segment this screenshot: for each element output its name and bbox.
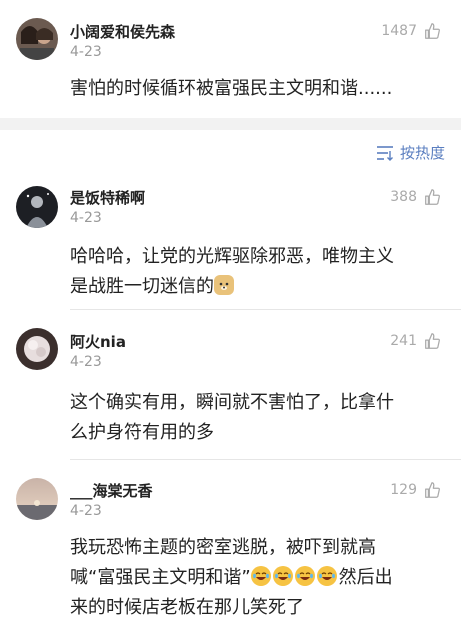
top-comment: 小阔爱和侯先森 4-23 1487 害怕的时候循环被富强民主文明和谐......: [0, 0, 461, 118]
section-gap: [0, 118, 461, 130]
laughing-crying-emoji-icon: [294, 566, 315, 586]
avatar[interactable]: [16, 186, 58, 228]
comment-date: 4-23: [70, 44, 102, 60]
comment-text-line: 么护身符有用的多: [70, 422, 214, 443]
comment-date: 4-23: [70, 210, 102, 226]
sort-by-heat-button[interactable]: 按热度: [376, 142, 445, 163]
thumbs-up-icon: [425, 482, 440, 498]
thumbs-up-icon: [425, 189, 440, 205]
comment-text-line: 喊“富强民主文明和谐” 然后出: [70, 563, 445, 593]
comment-text: 我玩恐怖主题的密室逃脱，被吓到就高 喊“富强民主文明和谐” 然后出 来的时候店老板…: [70, 533, 445, 623]
comment-author[interactable]: 阿火nia: [70, 331, 126, 352]
avatar-sunset-icon: [16, 478, 58, 520]
comment-text-line: 来的时候店老板在那儿笑死了: [70, 597, 304, 618]
doge-emoji-icon: [214, 275, 234, 295]
comment-author[interactable]: 小阔爱和侯先森: [70, 21, 175, 42]
comment-text: 害怕的时候循环被富强民主文明和谐......: [70, 78, 393, 99]
comment-text-segment: 喊“富强民主文明和谐”: [70, 567, 251, 588]
sort-bar: 按热度: [0, 130, 461, 170]
comment-text-line: 哈哈哈，让党的光辉驱除邪恶，唯物主义: [70, 246, 394, 267]
avatar-flower-icon: [16, 328, 58, 370]
comment-text-segment: 是战胜一切迷信的: [70, 276, 214, 297]
comment-item: ___海棠无香 4-23 129 我玩恐怖主题的密室逃脱，被吓到就高 喊“富强民…: [0, 460, 461, 630]
sort-icon: [376, 145, 393, 161]
comment-text-segment: 然后出: [338, 567, 393, 588]
like-count: 388: [390, 189, 417, 205]
comment-text: 哈哈哈，让党的光辉驱除邪恶，唯物主义 是战胜一切迷信的: [70, 242, 445, 302]
comment-date: 4-23: [70, 503, 102, 519]
comment-author[interactable]: 是饭特稀啊: [70, 187, 145, 208]
sort-label: 按热度: [399, 144, 445, 162]
comment-author[interactable]: ___海棠无香: [70, 480, 153, 501]
comment-text: 这个确实有用，瞬间就不害怕了，比拿什 么护身符有用的多: [70, 388, 445, 448]
like-count: 129: [390, 482, 417, 498]
avatar[interactable]: [16, 478, 58, 520]
comment-text-line: 是战胜一切迷信的: [70, 272, 445, 302]
avatar-night-icon: [16, 186, 58, 228]
like-button[interactable]: 1487: [381, 22, 441, 40]
like-button[interactable]: 129: [390, 481, 441, 499]
laughing-crying-emoji-icon: [272, 566, 293, 586]
laughing-crying-emoji-icon: [316, 566, 337, 586]
avatar[interactable]: [16, 328, 58, 370]
avatar-couple-icon: [16, 18, 58, 60]
comment-item: 是饭特稀啊 4-23 388 哈哈哈，让党的光辉驱除邪恶，唯物主义 是战胜一切迷…: [0, 170, 461, 310]
like-button[interactable]: 241: [390, 332, 441, 350]
laughing-crying-emoji-icon: [250, 566, 271, 586]
thumbs-up-icon: [425, 333, 440, 349]
comment-date: 4-23: [70, 354, 102, 370]
comment-text-line: 这个确实有用，瞬间就不害怕了，比拿什: [70, 392, 394, 413]
comment-item: 阿火nia 4-23 241 这个确实有用，瞬间就不害怕了，比拿什 么护身符有用…: [0, 310, 461, 460]
comment-text-line: 我玩恐怖主题的密室逃脱，被吓到就高: [70, 537, 376, 558]
like-button[interactable]: 388: [390, 188, 441, 206]
thumbs-up-icon: [425, 23, 440, 39]
avatar[interactable]: [16, 18, 58, 60]
like-count: 1487: [381, 23, 417, 39]
like-count: 241: [390, 333, 417, 349]
